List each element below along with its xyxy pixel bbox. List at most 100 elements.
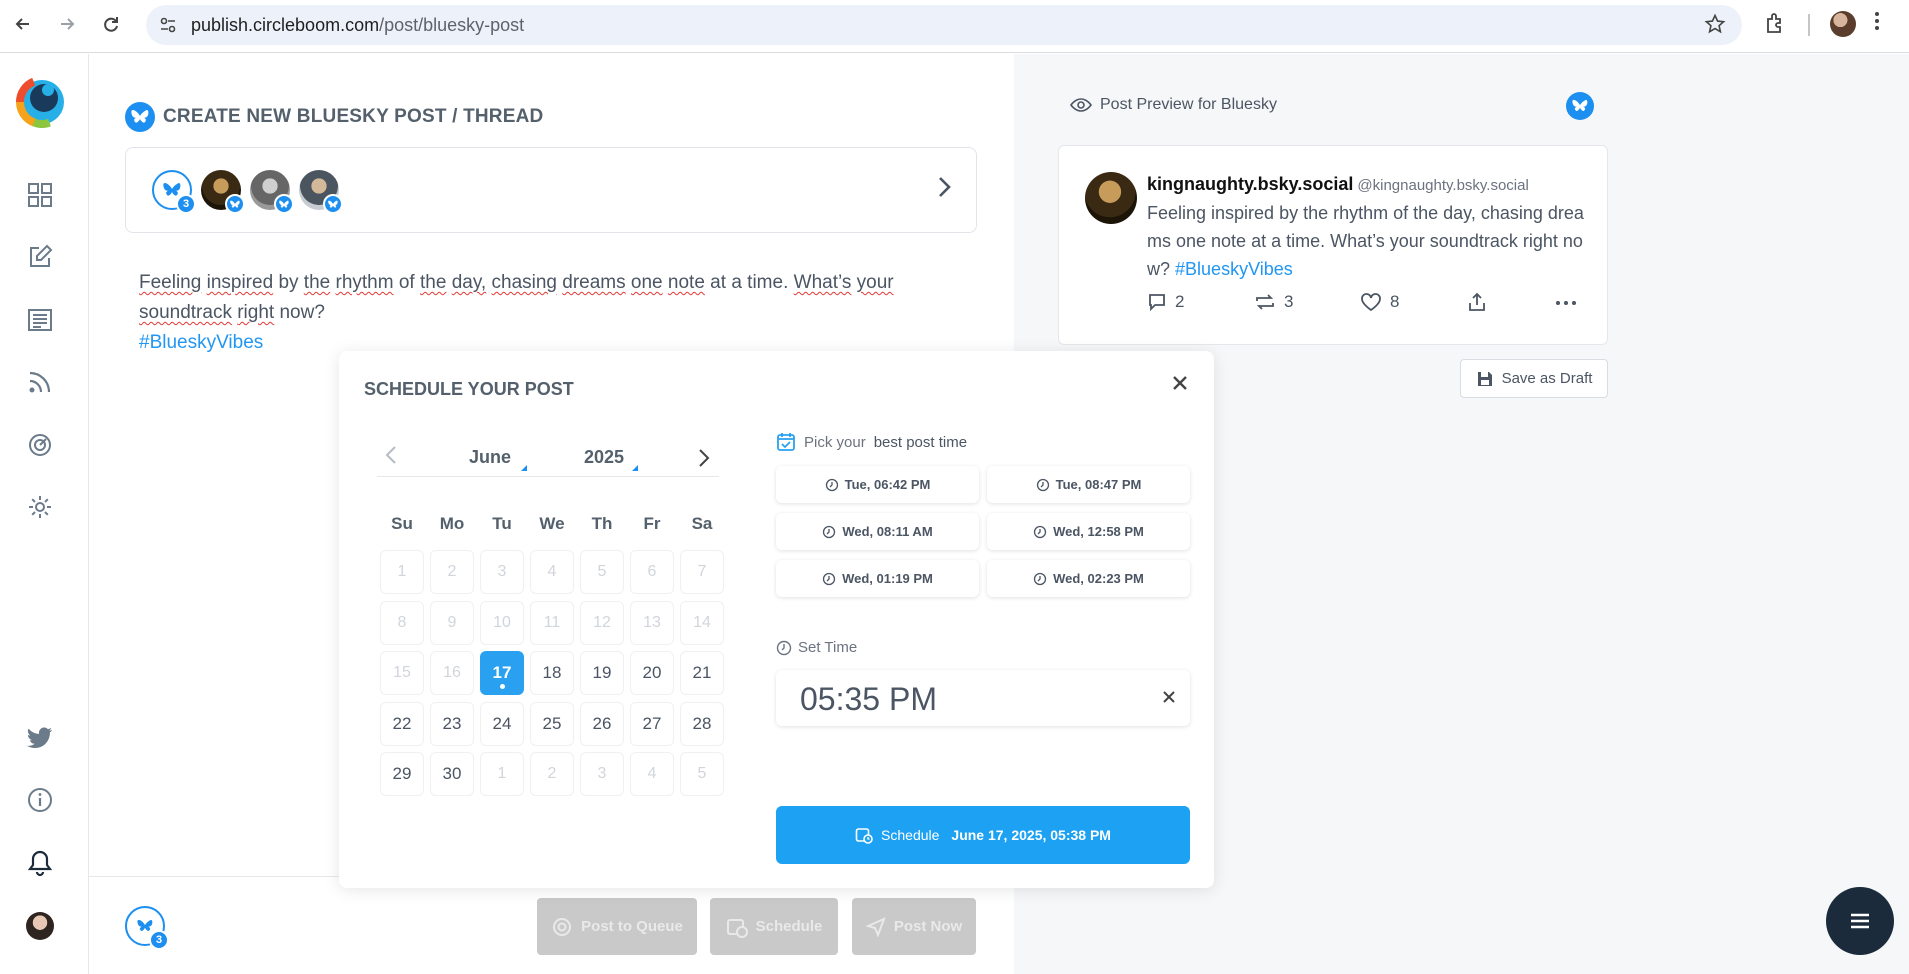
bluesky-accounts-group[interactable]: 3 [152, 170, 196, 214]
calendar-day[interactable]: 27 [630, 701, 674, 746]
rss-icon[interactable] [25, 367, 55, 397]
calendar-day[interactable]: 29 [380, 752, 424, 796]
best-time-slot-label: Wed, 02:23 PM [1053, 571, 1144, 586]
schedule-footer-button[interactable]: Schedule [710, 898, 838, 955]
info-icon[interactable] [25, 785, 55, 815]
calendar-day[interactable]: 22 [380, 701, 424, 746]
preview-handle: @kingnaughty.bsky.social [1357, 177, 1529, 194]
articles-icon[interactable] [25, 305, 55, 335]
post-word: of [398, 272, 415, 293]
calendar-day[interactable]: 20 [630, 651, 674, 695]
schedule-confirm-button[interactable]: Schedule June 17, 2025, 05:38 PM [776, 806, 1190, 864]
post-word: Feeling [139, 272, 202, 293]
twitter-icon[interactable] [25, 723, 55, 753]
user-avatar[interactable] [26, 912, 54, 940]
account-avatar[interactable] [250, 170, 294, 214]
calendar-day: 11 [530, 600, 574, 645]
back-icon[interactable] [9, 10, 37, 38]
account-avatar[interactable] [201, 170, 245, 214]
chevron-right-icon[interactable] [936, 174, 952, 207]
extensions-icon[interactable] [1762, 11, 1790, 39]
clock-icon [1033, 525, 1047, 538]
preview-text: Feeling inspired by the rhythm of the da… [1147, 199, 1587, 283]
clear-time-icon[interactable] [1162, 684, 1176, 710]
forward-icon[interactable] [53, 10, 81, 38]
best-time-slot-label: Wed, 01:19 PM [842, 571, 933, 586]
best-time-slot-label: Tue, 08:47 PM [1055, 477, 1142, 492]
clock-icon [823, 525, 836, 538]
save-as-draft-button[interactable]: Save as Draft [1460, 359, 1608, 398]
post-word: now? [279, 302, 325, 323]
dashboard-icon[interactable] [25, 180, 55, 210]
best-time-slot[interactable]: Tue, 06:42 PM [776, 466, 979, 503]
prev-month-chevron-icon[interactable] [385, 445, 397, 471]
best-time-header: Pick your best post time [776, 432, 967, 452]
calendar-day: 13 [630, 600, 674, 645]
calendar-day-selected[interactable]: 17 [480, 651, 524, 695]
selected-accounts-indicator[interactable]: 3 [125, 906, 169, 950]
scheduled-posts-icon[interactable] [25, 430, 55, 460]
next-month-chevron-icon[interactable] [689, 443, 719, 473]
bluesky-mini-icon [323, 194, 343, 214]
bluesky-mini-icon [225, 194, 245, 214]
post-word: a [731, 272, 742, 293]
post-word: soundtrack [139, 302, 232, 323]
month-dropdown-icon [521, 465, 527, 471]
reload-icon[interactable] [97, 10, 125, 38]
schedule-confirm-label: Schedule [881, 827, 940, 843]
account-selector[interactable]: 3 [125, 147, 977, 233]
calendar-day[interactable]: 18 [530, 651, 574, 695]
calendar-day[interactable]: 24 [480, 701, 524, 746]
settings-gear-icon[interactable] [25, 492, 55, 522]
bluesky-mini-icon [274, 194, 294, 214]
post-preview-card: kingnaughty.bsky.social @kingnaughty.bsky… [1058, 145, 1608, 345]
calendar-day[interactable]: 21 [680, 651, 724, 695]
time-input[interactable]: 05:35 PM [776, 670, 1190, 726]
post-word: right [237, 302, 275, 323]
best-time-slot[interactable]: Wed, 12:58 PM [987, 513, 1190, 550]
like-count: 8 [1390, 292, 1400, 311]
save-floppy-icon [1477, 371, 1492, 386]
create-post-icon[interactable] [25, 242, 55, 272]
calendar-day: 8 [380, 600, 424, 645]
comment-icon [1149, 294, 1165, 312]
reply-action: 2 [1147, 292, 1184, 312]
circleboom-logo[interactable] [14, 72, 68, 128]
set-time-header: Set Time [776, 639, 857, 656]
calendar-day: 6 [630, 550, 674, 594]
month-select[interactable]: June [469, 447, 511, 468]
clock-icon [1033, 572, 1047, 585]
compose-title: CREATE NEW BLUESKY POST / THREAD [163, 106, 544, 127]
close-icon[interactable] [1172, 371, 1188, 397]
post-now-button[interactable]: Post Now [852, 898, 976, 955]
site-settings-icon[interactable] [158, 15, 178, 35]
weekday-header: Su Mo Tu We Th Fr Sa [377, 514, 727, 534]
browser-profile-avatar[interactable] [1830, 11, 1856, 37]
year-select[interactable]: 2025 [584, 447, 624, 468]
calendar-day[interactable]: 23 [430, 701, 474, 746]
calendar-day: 1 [480, 752, 524, 796]
notifications-bell-icon[interactable] [25, 848, 55, 878]
calendar-day[interactable]: 19 [580, 651, 624, 695]
weekday-label: Su [391, 514, 413, 533]
schedule-datetime: June 17, 2025, 05:38 PM [951, 827, 1111, 843]
account-avatar[interactable] [299, 170, 343, 214]
calendar-day[interactable]: 26 [580, 701, 624, 746]
bookmark-star-icon[interactable] [1704, 13, 1726, 41]
address-bar[interactable]: publish.circleboom.com/post/bluesky-post [146, 5, 1742, 45]
post-text-editor[interactable]: Feeling inspired by the rhythm of the da… [139, 268, 969, 358]
post-to-queue-label: Post to Queue [581, 918, 683, 935]
calendar-day[interactable]: 30 [430, 752, 474, 796]
best-time-slot[interactable]: Wed, 01:19 PM [776, 560, 979, 597]
calendar-day[interactable]: 25 [530, 701, 574, 746]
best-time-slot[interactable]: Wed, 08:11 AM [776, 513, 979, 550]
calendar-day: 2 [530, 752, 574, 796]
best-time-slot[interactable]: Wed, 02:23 PM [987, 560, 1190, 597]
browser-menu-icon[interactable] [1874, 10, 1880, 38]
post-to-queue-button[interactable]: Post to Queue [537, 898, 697, 955]
best-time-slot[interactable]: Tue, 08:47 PM [987, 466, 1190, 503]
browser-toolbar: publish.circleboom.com/post/bluesky-post [0, 0, 1909, 53]
calendar-day[interactable]: 28 [680, 701, 724, 746]
menu-fab-button[interactable] [1826, 887, 1894, 955]
calendar-day: 10 [480, 600, 524, 645]
